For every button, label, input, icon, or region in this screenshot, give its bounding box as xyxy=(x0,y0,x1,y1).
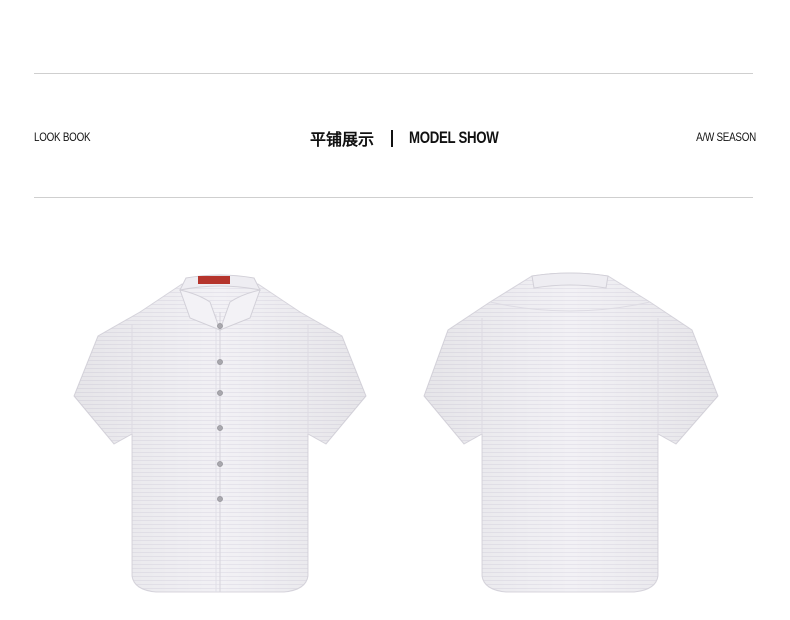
shirt-back-image xyxy=(420,268,720,598)
title-chinese: 平铺展示 xyxy=(310,130,375,149)
season-label: A/W SEASON xyxy=(696,130,756,144)
shirt-front-illustration xyxy=(73,274,367,593)
title-english: MODEL SHOW xyxy=(409,128,499,147)
section-title: 平铺展示 MODEL SHOW xyxy=(310,124,524,152)
section-header: LOOK BOOK 平铺展示 MODEL SHOW A/W SEASON xyxy=(34,124,756,152)
look-book-label: LOOK BOOK xyxy=(34,130,91,144)
shirt-back-illustration xyxy=(423,272,719,593)
shirt-front-image xyxy=(70,268,370,598)
top-divider xyxy=(34,73,753,74)
brand-label-tag xyxy=(198,276,230,284)
title-separator xyxy=(391,129,394,147)
bottom-divider xyxy=(34,197,753,198)
